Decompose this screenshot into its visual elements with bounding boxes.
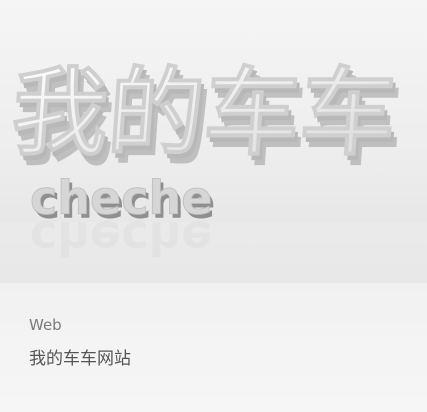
project-card[interactable]: 我的车车 我的车车 我的车车 cheche cheche cheche Web … [0,0,427,412]
svg-text:我的车车: 我的车车 [8,57,400,169]
project-category: Web [29,316,62,334]
headline-3d-text: 我的车车 我的车车 我的车车 [8,57,406,179]
project-thumbnail[interactable]: 我的车车 我的车车 我的车车 cheche cheche cheche [0,0,427,283]
project-title[interactable]: 我的车车网站 [29,348,131,370]
